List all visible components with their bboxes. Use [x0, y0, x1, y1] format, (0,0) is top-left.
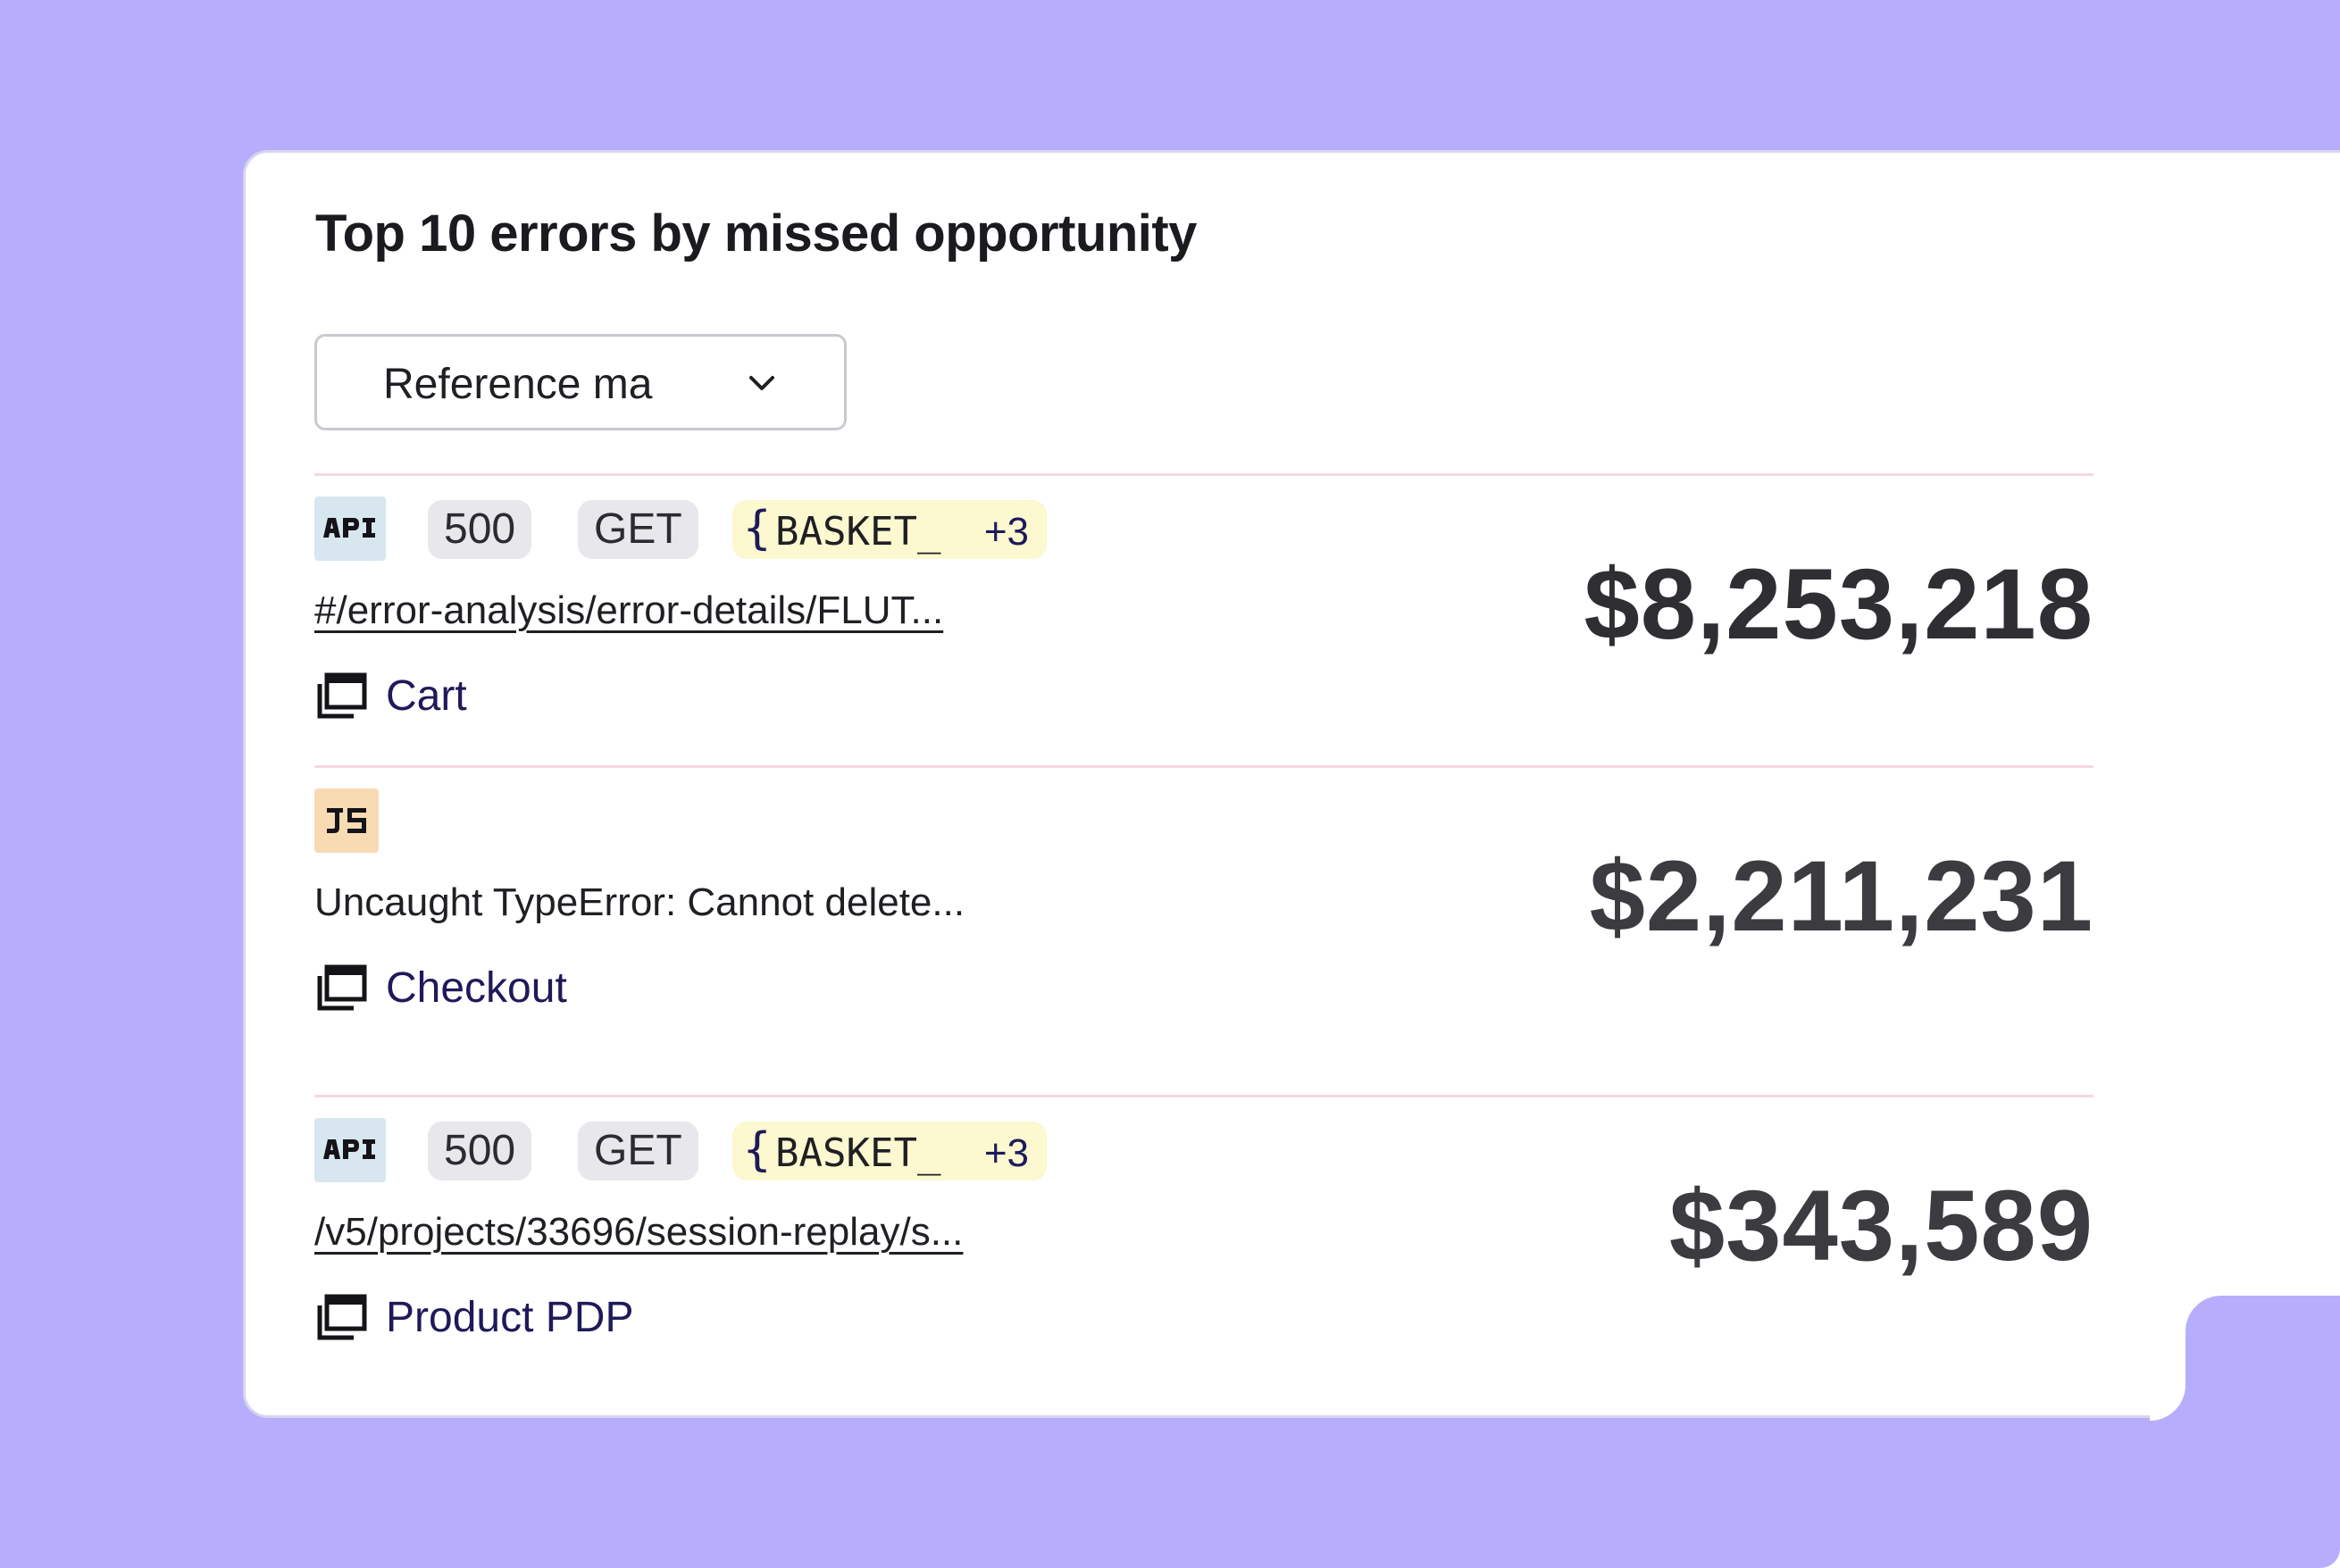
- error-message-link[interactable]: #/error-analysis/error-details/FLUT...: [314, 586, 943, 636]
- api-icon: [323, 1139, 375, 1159]
- card-notch: [2185, 1296, 2340, 1421]
- page-stack-icon: [317, 672, 367, 719]
- row-divider: [314, 765, 2093, 768]
- variable-name: BASKET_: [775, 509, 941, 555]
- js-badge: [314, 788, 379, 853]
- error-row[interactable]: Uncaught TypeError: Cannot delete... Che…: [314, 788, 2093, 1074]
- brace-icon: {: [743, 502, 772, 555]
- page-link-checkout[interactable]: Checkout: [314, 962, 636, 1015]
- brace-icon: {: [743, 1123, 772, 1177]
- status-code-pill: 500: [428, 1122, 532, 1180]
- page-link-product-pdp[interactable]: Product PDP: [314, 1291, 689, 1345]
- api-badge: [314, 496, 386, 561]
- error-row[interactable]: 500 GET { BASKET_ +3 #/error-analysis/er…: [314, 496, 2093, 738]
- js-icon: [327, 808, 366, 833]
- chevron-down-icon: [749, 376, 774, 390]
- error-row[interactable]: 500 GET { BASKET_ +3 /v5/projects/33696/…: [314, 1118, 2093, 1359]
- page-stack-icon: [317, 964, 367, 1011]
- widget-title: Top 10 errors by missed opportunity: [315, 204, 1197, 263]
- http-method-pill: GET: [578, 500, 698, 559]
- missed-opportunity-amount: $8,253,218: [1584, 548, 2093, 660]
- page-label: Checkout: [386, 964, 567, 1012]
- page-label: Cart: [386, 672, 467, 720]
- page-link-cart[interactable]: Cart: [314, 670, 636, 723]
- reference-filter-value: Reference ma: [383, 361, 653, 408]
- error-message: Uncaught TypeError: Cannot delete...: [314, 880, 965, 924]
- row-divider: [314, 473, 2093, 476]
- variable-pill: { BASKET_ +3: [732, 1122, 1047, 1180]
- http-method-pill: GET: [578, 1122, 698, 1180]
- card-notch-corner: [2150, 1385, 2185, 1421]
- missed-opportunity-amount: $2,211,231: [1589, 840, 2093, 952]
- variable-name: BASKET_: [775, 1130, 941, 1176]
- variable-pill: { BASKET_ +3: [732, 500, 1047, 559]
- reference-filter-dropdown[interactable]: Reference ma: [314, 334, 847, 430]
- api-badge: [314, 1118, 386, 1182]
- row-divider: [314, 1095, 2093, 1097]
- status-code-pill: 500: [428, 500, 532, 559]
- variable-more-count: +3: [983, 510, 1029, 554]
- page-stack-icon: [317, 1294, 367, 1340]
- api-icon: [323, 518, 375, 538]
- page-label: Product PDP: [386, 1294, 634, 1341]
- error-message-link[interactable]: /v5/projects/33696/session-replay/s...: [314, 1207, 963, 1257]
- missed-opportunity-amount: $343,589: [1668, 1170, 2093, 1281]
- variable-more-count: +3: [983, 1131, 1029, 1175]
